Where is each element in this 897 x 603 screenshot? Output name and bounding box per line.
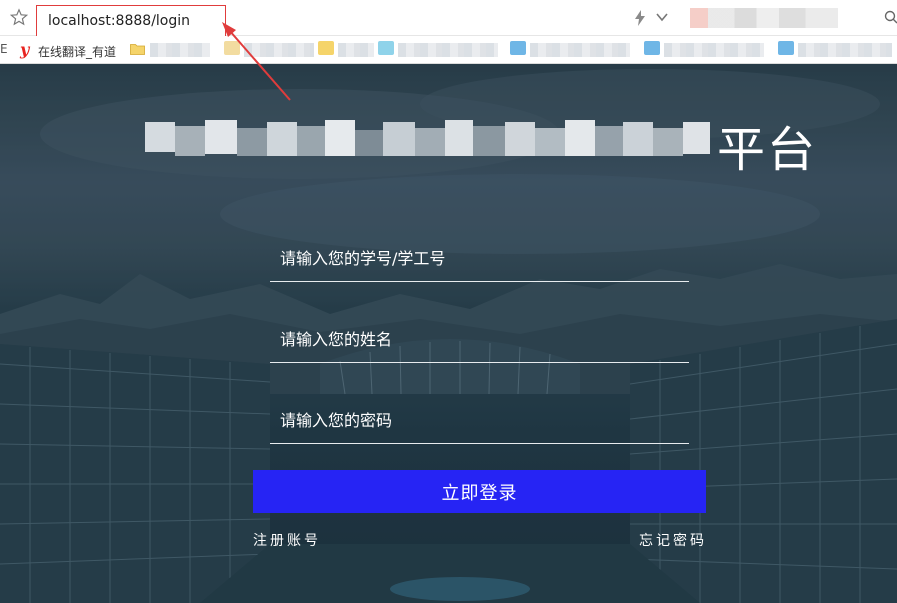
youdao-icon[interactable]: y — [20, 40, 29, 59]
bookmark-favicon — [378, 41, 394, 55]
register-link[interactable]: 注册账号 — [253, 530, 321, 550]
bookmark-favicon — [510, 41, 526, 55]
folder-icon[interactable] — [130, 43, 145, 55]
bookmark-edge-char[interactable]: E — [0, 42, 8, 56]
bookmark-favicon — [644, 41, 660, 55]
bookmark-blurred[interactable] — [398, 43, 498, 57]
title-visible-text: 平台 — [717, 122, 818, 178]
search-box-blurred[interactable] — [690, 8, 838, 28]
url-text[interactable]: localhost:8888/login — [48, 13, 190, 29]
login-button[interactable]: 立即登录 — [253, 470, 706, 513]
star-icon[interactable] — [10, 8, 28, 26]
student-id-field[interactable] — [270, 236, 689, 282]
password-field[interactable] — [270, 398, 689, 444]
bookmark-blurred[interactable] — [338, 43, 374, 57]
bookmarks-bar: E y 在线翻译_有道 — [0, 36, 897, 64]
name-input[interactable] — [270, 317, 689, 362]
login-page: 平台 立即登录 注册账号 忘记密码 — [0, 64, 897, 603]
bookmark-blurred[interactable] — [664, 43, 764, 57]
bookmark-blurred[interactable] — [798, 43, 892, 57]
bookmark-blurred[interactable] — [150, 43, 210, 57]
password-input[interactable] — [270, 398, 689, 443]
bookmark-blurred[interactable] — [530, 43, 630, 57]
search-icon[interactable] — [884, 10, 897, 24]
bookmark-blurred[interactable] — [244, 43, 314, 57]
browser-address-bar: localhost:8888/login — [0, 0, 897, 39]
url-field[interactable]: localhost:8888/login — [36, 5, 226, 39]
student-id-input[interactable] — [270, 236, 689, 281]
platform-title: 平台 — [145, 110, 825, 178]
title-mosaic-blur — [145, 120, 710, 156]
folder-icon — [318, 41, 334, 55]
name-field[interactable] — [270, 317, 689, 363]
chevron-down-icon[interactable] — [656, 12, 668, 22]
bookmark-youdao[interactable]: 在线翻译_有道 — [38, 43, 116, 60]
bolt-icon[interactable] — [634, 10, 646, 26]
bookmark-favicon — [778, 41, 794, 55]
bookmark-favicon — [224, 41, 240, 55]
forgot-password-link[interactable]: 忘记密码 — [639, 530, 707, 550]
